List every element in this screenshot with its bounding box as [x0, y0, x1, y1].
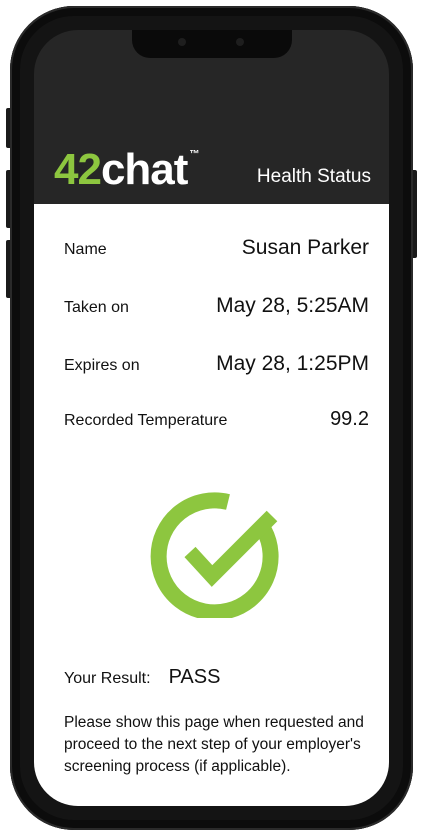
instructions-text: Please show this page when requested and…: [64, 714, 364, 775]
checkmark-circle-icon: [146, 490, 286, 621]
field-value: Susan Parker: [241, 236, 369, 259]
field-value: May 28, 1:25PM: [216, 352, 369, 375]
camera-dot: [236, 38, 244, 46]
phone-screen: 42 chat ™ Health Status Name Susan Parke…: [34, 30, 389, 806]
app-logo: 42 chat ™: [54, 145, 199, 194]
logo-word: chat: [100, 145, 188, 194]
field-value: May 28, 5:25AM: [216, 294, 369, 317]
speaker-dot: [178, 38, 186, 46]
notch: [132, 30, 292, 58]
field-row-name: Name Susan Parker: [34, 236, 389, 260]
field-row-temperature: Recorded Temperature 99.2: [34, 408, 389, 431]
field-row-expires-on: Expires on May 28, 1:25PM: [34, 352, 389, 376]
field-label: Taken on: [64, 299, 129, 316]
result-label: Your Result:: [64, 670, 151, 687]
page-title: Health Status: [256, 166, 371, 187]
result-row: Your Result: PASS: [64, 666, 220, 689]
app-header: 42 chat ™ Health Status: [34, 118, 389, 204]
health-status-content: Name Susan Parker Taken on May 28, 5:25A…: [34, 204, 389, 806]
field-label: Recorded Temperature: [64, 412, 228, 429]
stage: 42 chat ™ Health Status Name Susan Parke…: [0, 0, 423, 836]
field-value: 99.2: [330, 408, 369, 430]
logo-number: 42: [54, 145, 102, 194]
field-label: Name: [64, 241, 107, 258]
result-value: PASS: [168, 666, 221, 688]
logo-trademark: ™: [189, 149, 199, 160]
field-label: Expires on: [64, 357, 140, 374]
field-row-taken-on: Taken on May 28, 5:25AM: [34, 294, 389, 318]
